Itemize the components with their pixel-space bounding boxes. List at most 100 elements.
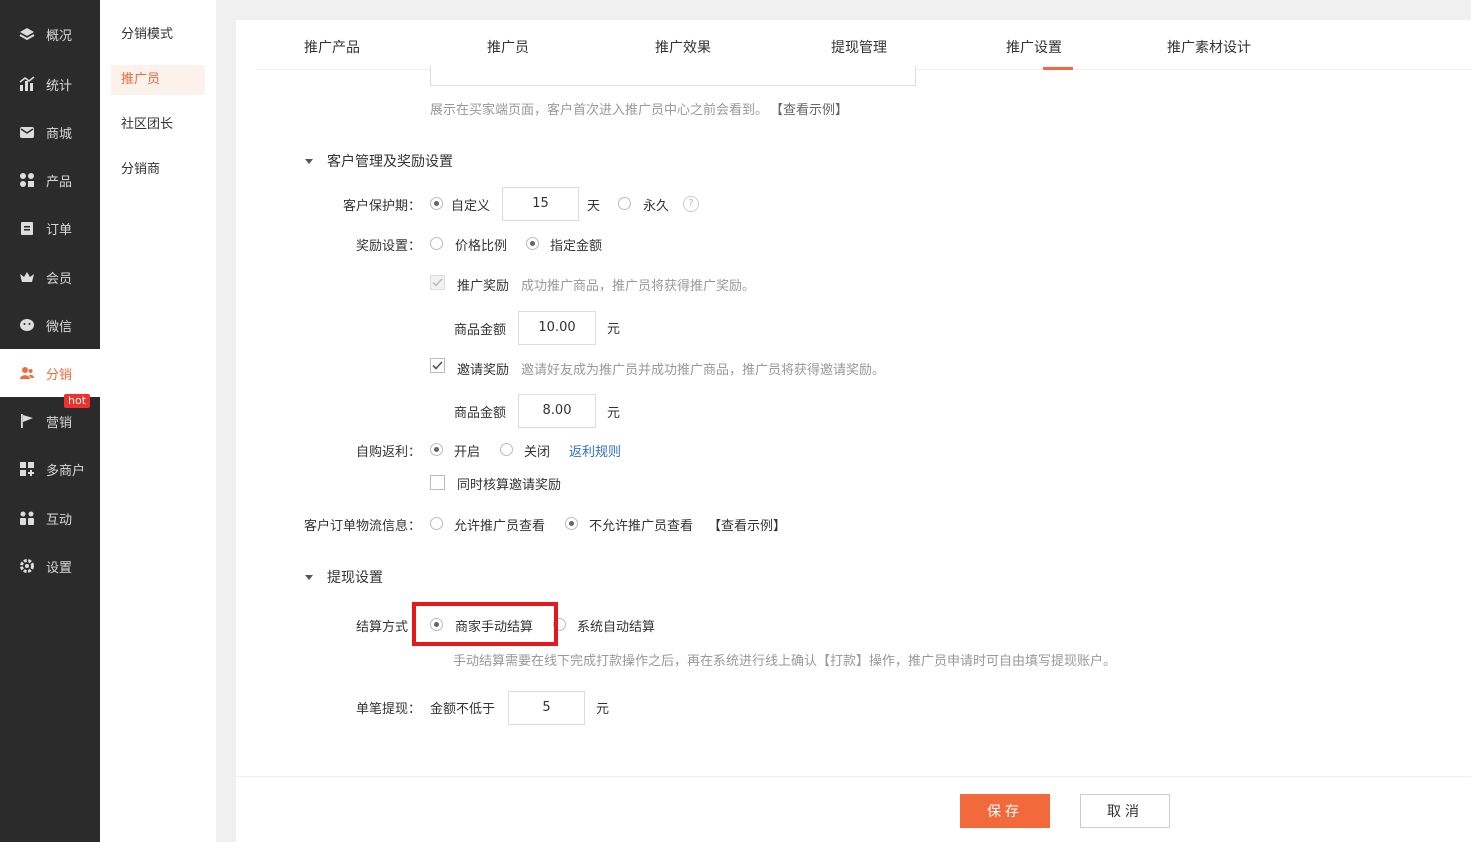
nav-item-multi-merchant[interactable]: 多商户 <box>0 445 100 493</box>
nav-label: 统计 <box>46 78 73 94</box>
crown-icon <box>18 268 36 286</box>
withdraw-section-title[interactable]: 提现设置 <box>305 567 383 587</box>
invite-reward-desc: 邀请好友成为推广员并成功推广商品，推广员将获得邀请奖励。 <box>521 363 886 378</box>
settle-auto-label: 系统自动结算 <box>577 620 656 635</box>
users-icon <box>18 364 36 382</box>
reward-label: 奖励设置： <box>356 239 422 254</box>
min-amount-label: 金额不低于 <box>430 702 496 717</box>
logistics-label: 客户订单物流信息： <box>304 519 422 534</box>
self-rebate-off-label: 关闭 <box>524 445 551 460</box>
reward-ratio-radio[interactable] <box>430 237 443 250</box>
tab-active-indicator <box>1043 67 1073 70</box>
highlight-box <box>412 602 558 646</box>
invite-amount-unit: 元 <box>607 406 621 421</box>
min-amount-input[interactable]: 5 <box>508 691 585 725</box>
protection-label: 客户保护期： <box>343 199 422 214</box>
nav-label: 微信 <box>46 319 73 335</box>
nav-label: 互动 <box>46 512 73 528</box>
promo-amount-label: 商品金额 <box>454 323 507 338</box>
check-icon <box>432 361 443 370</box>
subnav-item-promoter[interactable]: 推广员 <box>111 65 205 95</box>
help-icon[interactable]: ? <box>683 196 699 212</box>
nav-item-order[interactable]: 订单 <box>0 204 100 252</box>
reward-fixed-radio[interactable] <box>526 237 539 250</box>
promo-reward-label: 推广奖励 <box>457 279 510 294</box>
save-button[interactable]: 保存 <box>960 794 1050 828</box>
hot-badge: hot <box>64 394 91 408</box>
subnav-item-community-leader[interactable]: 社区团长 <box>111 110 205 140</box>
nav-label: 设置 <box>46 560 73 576</box>
nav-label: 商城 <box>46 126 73 142</box>
invite-reward-label: 邀请奖励 <box>457 363 510 378</box>
intro-hint: 展示在买家端页面，客户首次进入推广员中心之前会看到。 <box>430 103 769 118</box>
mail-icon <box>18 123 36 141</box>
tab-promo-settings[interactable]: 推广设置 <box>1006 37 1062 57</box>
invite-amount-input[interactable]: 8.00 <box>518 394 596 428</box>
nav-label: 概况 <box>46 28 73 44</box>
self-rebate-off-radio[interactable] <box>500 443 513 456</box>
min-amount-unit: 元 <box>596 702 610 717</box>
rebate-rule-link[interactable]: 返利规则 <box>569 441 621 460</box>
tab-promo-products[interactable]: 推广产品 <box>304 37 360 57</box>
tab-promo-material[interactable]: 推广素材设计 <box>1167 37 1251 57</box>
self-rebate-on-radio[interactable] <box>430 443 443 456</box>
intro-textarea[interactable] <box>430 66 916 86</box>
grid-icon <box>18 171 36 189</box>
protection-forever-radio[interactable] <box>618 197 631 210</box>
nav-item-wechat[interactable]: 微信 <box>0 301 100 349</box>
self-rebate-label: 自购返利： <box>356 445 422 460</box>
nav-label: 会员 <box>46 271 73 287</box>
protection-custom-radio[interactable] <box>430 197 443 210</box>
also-check-invite-checkbox[interactable] <box>430 475 445 490</box>
main-panel: 推广产品 推广员 推广效果 提现管理 推广设置 推广素材设计 <box>236 20 1471 842</box>
nav-item-product[interactable]: 产品 <box>0 156 100 204</box>
invite-reward-checkbox[interactable] <box>430 358 445 373</box>
footer-bar <box>236 776 1471 842</box>
promo-reward-checkbox[interactable] <box>430 275 445 290</box>
intro-example-link[interactable]: 【查看示例】 <box>770 99 848 118</box>
single-withdraw-label: 单笔提现： <box>356 702 422 717</box>
settle-label: 结算方式 <box>356 620 409 635</box>
subnav-item-mode[interactable]: 分销模式 <box>111 20 205 50</box>
tab-withdraw-manage[interactable]: 提现管理 <box>831 37 887 57</box>
tab-bar: 推广产品 推广员 推广效果 提现管理 推广设置 推广素材设计 <box>256 20 1471 70</box>
chart-icon <box>18 75 36 93</box>
clipboard-icon <box>18 219 36 237</box>
main-nav: 概况 统计 商城 产品 订单 会员 微信 分销 营销 hot 多商户 互动 设置 <box>0 0 100 842</box>
subnav-item-distributor[interactable]: 分销商 <box>111 155 205 185</box>
store-icon <box>18 460 36 478</box>
promo-reward-desc: 成功推广商品，推广员将获得推广奖励。 <box>521 279 756 294</box>
self-rebate-on-label: 开启 <box>454 445 481 460</box>
protection-days-input[interactable]: 15 <box>502 187 579 221</box>
tab-promo-effect[interactable]: 推广效果 <box>655 37 711 57</box>
reward-ratio-label: 价格比例 <box>455 239 508 254</box>
nav-label: 营销 <box>46 415 73 431</box>
sub-nav: 分销模式 推广员 社区团长 分销商 <box>100 0 216 842</box>
nav-item-distribution[interactable]: 分销 <box>0 349 100 397</box>
protection-forever-label: 永久 <box>643 199 670 214</box>
logistics-allow-radio[interactable] <box>430 517 443 530</box>
nav-item-mall[interactable]: 商城 <box>0 108 100 156</box>
customer-section-title[interactable]: 客户管理及奖励设置 <box>305 151 453 171</box>
section-title-text: 客户管理及奖励设置 <box>327 154 453 170</box>
protection-days-unit: 天 <box>587 199 601 214</box>
caret-down-icon <box>305 574 313 580</box>
nav-item-stats[interactable]: 统计 <box>0 60 100 108</box>
promo-amount-input[interactable]: 10.00 <box>518 311 596 345</box>
tab-promoters[interactable]: 推广员 <box>487 37 529 57</box>
nav-item-interaction[interactable]: 互动 <box>0 494 100 542</box>
nav-item-member[interactable]: 会员 <box>0 253 100 301</box>
caret-down-icon <box>305 158 313 164</box>
nav-label: 分销 <box>46 367 73 383</box>
protection-custom-label: 自定义 <box>451 199 491 214</box>
section-title-text: 提现设置 <box>327 570 383 586</box>
nav-item-overview[interactable]: 概况 <box>0 10 100 58</box>
nav-item-settings[interactable]: 设置 <box>0 542 100 590</box>
logistics-deny-radio[interactable] <box>565 517 578 530</box>
logistics-example-link[interactable]: 【查看示例】 <box>708 515 786 534</box>
cancel-button[interactable]: 取消 <box>1080 794 1170 828</box>
invite-amount-label: 商品金额 <box>454 406 507 421</box>
also-check-invite-label: 同时核算邀请奖励 <box>457 478 562 493</box>
settle-hint: 手动结算需要在线下完成打款操作之后，再在系统进行线上确认【打款】操作，推广员申请… <box>453 654 1117 669</box>
gear-icon <box>18 557 36 575</box>
